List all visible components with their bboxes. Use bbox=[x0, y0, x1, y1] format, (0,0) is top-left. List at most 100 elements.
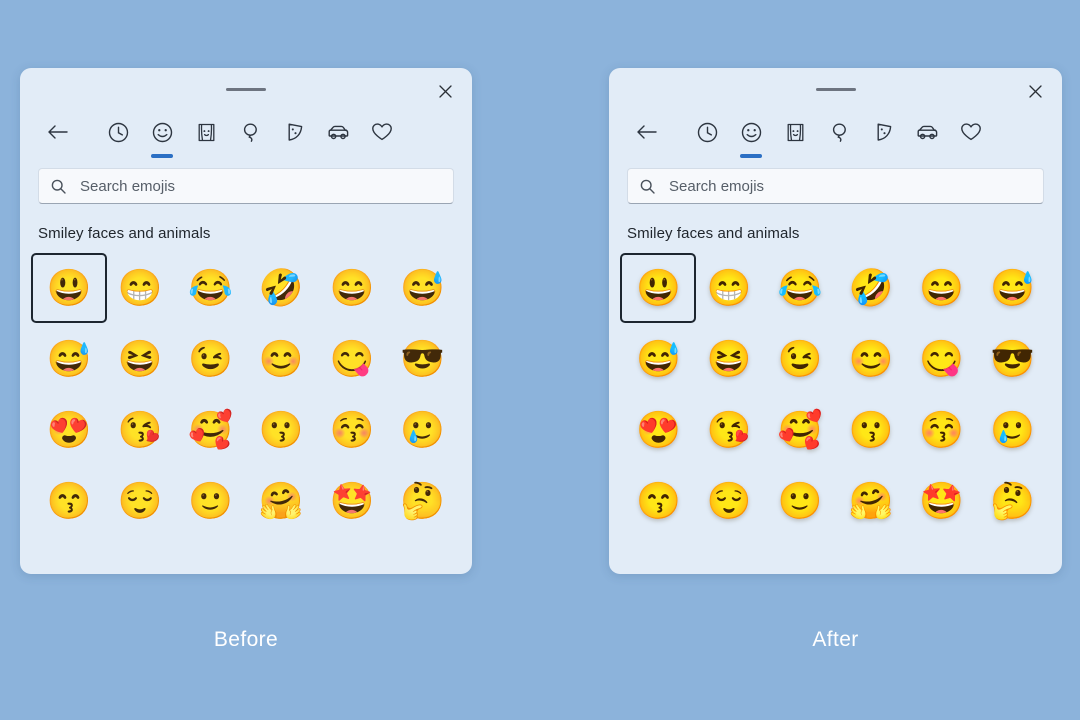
rolling-on-the-floor-laughing-glyph: 🤣 bbox=[258, 266, 304, 308]
close-button[interactable] bbox=[1022, 78, 1048, 104]
emoji-cell-slightly-smiling-face[interactable]: 🙂 bbox=[175, 465, 246, 536]
emoji-cell-grinning-face-with-sweat[interactable]: 😅 bbox=[387, 252, 458, 323]
smiling-face-with-tear-glyph: 🥲 bbox=[400, 408, 446, 450]
emoji-cell-face-with-tears-of-joy[interactable]: 😂 bbox=[765, 252, 836, 323]
person-icon bbox=[198, 123, 214, 141]
star-struck-glyph: 🤩 bbox=[329, 479, 375, 521]
section-heading: Smiley faces and animals bbox=[38, 225, 211, 242]
emoji-cell-star-struck[interactable]: 🤩 bbox=[906, 465, 977, 536]
emoji-cell-smiling-face-with-heart-eyes[interactable]: 😍 bbox=[34, 394, 105, 465]
emoji-cell-grinning-face-with-smiling-eyes[interactable]: 😄 bbox=[317, 252, 388, 323]
smiling-face-with-sunglasses-glyph: 😎 bbox=[400, 337, 446, 379]
emoji-cell-grinning-face-with-sweat-2[interactable]: 😅 bbox=[623, 323, 694, 394]
emoji-cell-smiling-face-with-smiling-eyes[interactable]: 😊 bbox=[836, 323, 907, 394]
grinning-face-with-sweat-2-glyph: 😅 bbox=[636, 337, 681, 379]
sidebar-item-emoji[interactable] bbox=[729, 112, 773, 158]
emoji-cell-kissing-face-with-closed-eyes[interactable]: 😚 bbox=[317, 394, 388, 465]
grinning-face-with-big-eyes-glyph: 😃 bbox=[46, 266, 92, 308]
panel-titlebar bbox=[20, 68, 472, 112]
sidebar-item-recent[interactable] bbox=[685, 112, 729, 152]
close-button[interactable] bbox=[432, 78, 458, 104]
winking-face-glyph: 😉 bbox=[188, 337, 234, 379]
face-blowing-a-kiss-glyph: 😘 bbox=[117, 408, 163, 450]
kissing-face-with-smiling-eyes-glyph: 😙 bbox=[46, 479, 92, 521]
sidebar-item-travel[interactable] bbox=[316, 112, 360, 152]
emoji-cell-smiling-face-with-hearts[interactable]: 🥰 bbox=[765, 394, 836, 465]
panel-titlebar bbox=[609, 68, 1062, 112]
emoji-cell-thinking-face[interactable]: 🤔 bbox=[977, 465, 1048, 536]
sidebar-item-back[interactable] bbox=[625, 112, 669, 152]
search-input[interactable] bbox=[80, 177, 441, 195]
emoji-cell-kissing-face-with-smiling-eyes[interactable]: 😙 bbox=[623, 465, 694, 536]
emoji-cell-smiling-face-with-smiling-eyes[interactable]: 😊 bbox=[246, 323, 317, 394]
search-box[interactable] bbox=[38, 168, 454, 204]
emoji-cell-kissing-face-with-smiling-eyes[interactable]: 😙 bbox=[34, 465, 105, 536]
caption-before: Before bbox=[213, 628, 279, 651]
sidebar-item-symbols[interactable] bbox=[360, 112, 404, 152]
search-icon bbox=[51, 179, 66, 194]
emoji-cell-kissing-face[interactable]: 😗 bbox=[246, 394, 317, 465]
smiley-icon bbox=[152, 122, 172, 142]
emoji-cell-kissing-face[interactable]: 😗 bbox=[836, 394, 907, 465]
emoji-cell-star-struck[interactable]: 🤩 bbox=[317, 465, 388, 536]
emoji-cell-smiling-face-with-open-hands[interactable]: 🤗 bbox=[836, 465, 907, 536]
emoji-cell-kissing-face-with-closed-eyes[interactable]: 😚 bbox=[906, 394, 977, 465]
caption-after: After bbox=[812, 628, 859, 651]
emoji-cell-smiling-face-with-open-hands[interactable]: 🤗 bbox=[246, 465, 317, 536]
sidebar-item-symbols[interactable] bbox=[949, 112, 993, 152]
emoji-cell-smiling-face-with-tear[interactable]: 🥲 bbox=[977, 394, 1048, 465]
emoji-cell-grinning-face-with-smiling-eyes[interactable]: 😄 bbox=[906, 252, 977, 323]
face-savoring-food-glyph: 😋 bbox=[329, 337, 375, 379]
emoji-cell-grinning-face-with-big-eyes[interactable]: 😃 bbox=[623, 252, 694, 323]
sidebar-item-food[interactable] bbox=[272, 112, 316, 152]
emoji-cell-winking-face[interactable]: 😉 bbox=[765, 323, 836, 394]
sidebar-item-people[interactable] bbox=[773, 112, 817, 152]
emoji-cell-grinning-face-with-big-eyes[interactable]: 😃 bbox=[34, 252, 105, 323]
emoji-cell-beaming-face-with-smiling-eyes[interactable]: 😁 bbox=[694, 252, 765, 323]
emoji-cell-thinking-face[interactable]: 🤔 bbox=[387, 465, 458, 536]
sidebar-item-food[interactable] bbox=[861, 112, 905, 152]
emoji-cell-face-savoring-food[interactable]: 😋 bbox=[906, 323, 977, 394]
drag-handle[interactable] bbox=[815, 88, 856, 91]
emoji-cell-beaming-face-with-smiling-eyes[interactable]: 😁 bbox=[105, 252, 176, 323]
sidebar-item-celebration[interactable] bbox=[228, 112, 272, 152]
emoji-cell-relieved-face[interactable]: 😌 bbox=[694, 465, 765, 536]
sidebar-item-emoji[interactable] bbox=[140, 112, 184, 158]
emoji-cell-face-savoring-food[interactable]: 😋 bbox=[317, 323, 388, 394]
emoji-cell-smiling-face-with-tear[interactable]: 🥲 bbox=[387, 394, 458, 465]
emoji-grid: 😃 😁 😂 🤣 😄 😅 😅 😆 😉 😊 😋 😎 😍 😘 🥰 😗 😚 🥲 😙 😌 🙂 🤗 🤩 🤔 bbox=[20, 242, 472, 536]
emoji-cell-grinning-face-with-sweat-2[interactable]: 😅 bbox=[34, 323, 105, 394]
emoji-cell-grinning-squinting-face[interactable]: 😆 bbox=[105, 323, 176, 394]
drag-handle[interactable] bbox=[226, 88, 266, 91]
slightly-smiling-face-glyph: 🙂 bbox=[188, 479, 234, 521]
emoji-cell-face-blowing-a-kiss[interactable]: 😘 bbox=[694, 394, 765, 465]
grinning-face-with-sweat-glyph: 😅 bbox=[990, 266, 1035, 308]
sidebar-item-travel[interactable] bbox=[905, 112, 949, 152]
smiling-face-with-open-hands-glyph: 🤗 bbox=[258, 479, 304, 521]
sidebar-item-people[interactable] bbox=[184, 112, 228, 152]
pizza-icon bbox=[288, 123, 302, 141]
emoji-cell-smiling-face-with-heart-eyes[interactable]: 😍 bbox=[623, 394, 694, 465]
sidebar-item-recent[interactable] bbox=[96, 112, 140, 152]
emoji-cell-smiling-face-with-sunglasses[interactable]: 😎 bbox=[387, 323, 458, 394]
emoji-cell-slightly-smiling-face[interactable]: 🙂 bbox=[765, 465, 836, 536]
emoji-cell-smiling-face-with-sunglasses[interactable]: 😎 bbox=[977, 323, 1048, 394]
search-box[interactable] bbox=[627, 168, 1044, 204]
emoji-cell-winking-face[interactable]: 😉 bbox=[175, 323, 246, 394]
kissing-face-with-closed-eyes-glyph: 😚 bbox=[919, 408, 965, 450]
emoji-cell-face-blowing-a-kiss[interactable]: 😘 bbox=[105, 394, 176, 465]
search-input[interactable] bbox=[669, 177, 1031, 195]
emoji-cell-relieved-face[interactable]: 😌 bbox=[105, 465, 176, 536]
kissing-face-with-closed-eyes-glyph: 😚 bbox=[329, 408, 375, 450]
sidebar-item-back[interactable] bbox=[36, 112, 80, 152]
emoji-cell-rolling-on-the-floor-laughing[interactable]: 🤣 bbox=[246, 252, 317, 323]
clock-icon bbox=[108, 122, 128, 142]
emoji-cell-smiling-face-with-hearts[interactable]: 🥰 bbox=[175, 394, 246, 465]
emoji-cell-grinning-face-with-sweat[interactable]: 😅 bbox=[977, 252, 1048, 323]
emoji-cell-face-with-tears-of-joy[interactable]: 😂 bbox=[175, 252, 246, 323]
emoji-cell-rolling-on-the-floor-laughing[interactable]: 🤣 bbox=[836, 252, 907, 323]
smiling-face-with-hearts-glyph: 🥰 bbox=[188, 408, 234, 450]
comparison-stage: Smiley faces and animals 😃 😁 😂 🤣 😄 😅 😅 😆 😉 😊 😋 😎 😍 😘 🥰… bbox=[0, 0, 1080, 720]
emoji-cell-grinning-squinting-face[interactable]: 😆 bbox=[694, 323, 765, 394]
sidebar-item-celebration[interactable] bbox=[817, 112, 861, 152]
